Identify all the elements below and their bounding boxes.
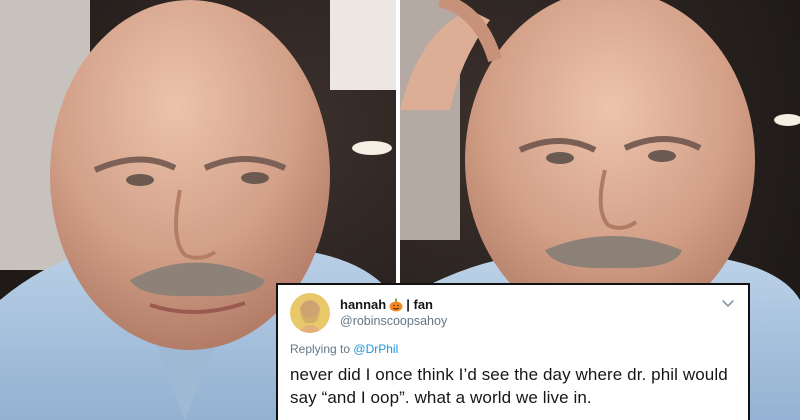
- user-handle[interactable]: @robinscoopsahoy: [340, 313, 447, 329]
- display-name-row[interactable]: hannah | fan: [340, 297, 447, 313]
- tweet-header: hannah | fan @robinscoopsahoy: [290, 293, 736, 337]
- meme-image: hannah | fan @robinscoopsahoy Replying t…: [0, 0, 800, 420]
- replying-to-line: Replying to @DrPhil: [290, 341, 736, 357]
- tweet-text: never did I once think I’d see the day w…: [290, 365, 728, 407]
- avatar[interactable]: [290, 293, 330, 333]
- display-name-suffix: | fan: [406, 297, 433, 312]
- tweet-author: hannah | fan @robinscoopsahoy: [340, 293, 447, 333]
- chevron-down-icon[interactable]: [720, 295, 736, 311]
- replying-to-label: Replying to: [290, 342, 351, 356]
- avatar-image: [290, 293, 330, 333]
- reply-mention-link[interactable]: @DrPhil: [353, 342, 398, 356]
- display-name: hannah: [340, 297, 387, 312]
- tweet-card[interactable]: hannah | fan @robinscoopsahoy Replying t…: [276, 283, 750, 420]
- pumpkin-icon: [389, 298, 403, 312]
